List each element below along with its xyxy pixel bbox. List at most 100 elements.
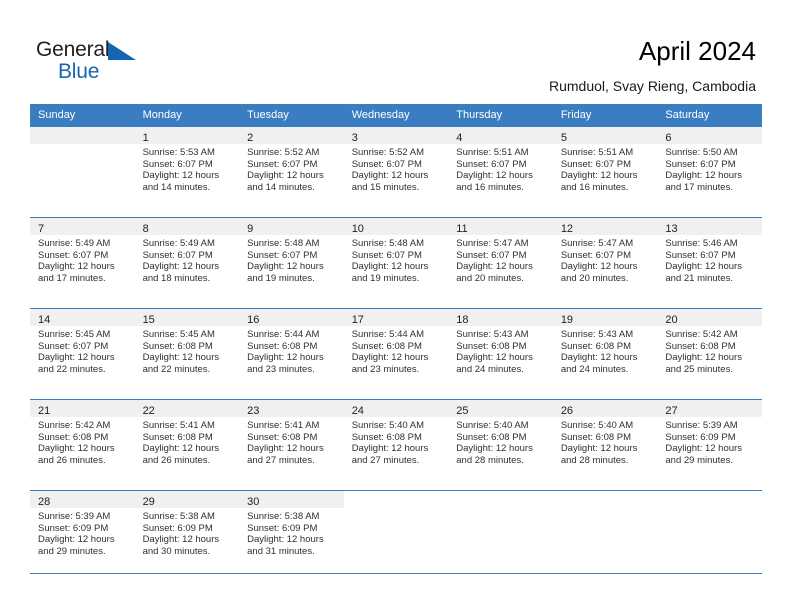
daylight-text-line2: and 18 minutes. — [142, 272, 211, 284]
weekday-header-tuesday: Tuesday — [239, 104, 344, 127]
sunset-text: Sunset: 6:07 PM — [456, 158, 527, 170]
triangle-icon — [108, 42, 136, 60]
sunset-text: Sunset: 6:07 PM — [665, 249, 736, 261]
day-cell[interactable]: 7 Sunrise: 5:49 AM Sunset: 6:07 PM Dayli… — [30, 217, 135, 309]
day-details: Sunrise: 5:45 AM Sunset: 6:07 PM Dayligh… — [30, 326, 135, 375]
day-cell[interactable] — [552, 490, 658, 581]
daylight-text-line1: Daylight: 12 hours — [351, 170, 429, 182]
day-number: 20 — [665, 314, 678, 326]
sunrise-text: Sunrise: 5:45 AM — [38, 329, 111, 340]
day-number: 16 — [247, 314, 260, 326]
daylight-text-line1: Daylight: 12 hours — [38, 443, 115, 455]
sunrise-text: Sunrise: 5:39 AM — [665, 420, 738, 431]
day-number-band: 4 — [448, 127, 553, 144]
page-subtitle-location: Rumduol, Svay Rieng, Cambodia — [549, 78, 756, 94]
day-cell[interactable]: 8 Sunrise: 5:49 AM Sunset: 6:07 PM Dayli… — [134, 217, 240, 309]
day-number: 13 — [665, 223, 678, 235]
day-cell[interactable]: 9 Sunrise: 5:48 AM Sunset: 6:07 PM Dayli… — [239, 217, 344, 309]
general-blue-logo[interactable]: General Blue — [36, 38, 156, 86]
daylight-text-line1: Daylight: 12 hours — [665, 352, 742, 364]
day-number-band: 17 — [343, 309, 449, 326]
daylight-text-line1: Daylight: 12 hours — [560, 352, 638, 364]
day-cell[interactable] — [657, 490, 762, 581]
day-cell[interactable]: 24 Sunrise: 5:40 AM Sunset: 6:08 PM Dayl… — [343, 399, 449, 491]
daylight-text-line2: and 21 minutes. — [665, 272, 733, 284]
day-cell[interactable]: 13 Sunrise: 5:46 AM Sunset: 6:07 PM Dayl… — [657, 217, 762, 309]
day-details: Sunrise: 5:39 AM Sunset: 6:09 PM Dayligh… — [657, 417, 762, 466]
day-number-band: 2 — [239, 127, 344, 144]
day-number: 27 — [665, 405, 678, 417]
day-details: Sunrise: 5:47 AM Sunset: 6:07 PM Dayligh… — [448, 235, 553, 284]
day-details: Sunrise: 5:41 AM Sunset: 6:08 PM Dayligh… — [239, 417, 344, 466]
day-cell[interactable]: 12 Sunrise: 5:47 AM Sunset: 6:07 PM Dayl… — [552, 217, 658, 309]
day-cell[interactable]: 14 Sunrise: 5:45 AM Sunset: 6:07 PM Dayl… — [30, 308, 135, 400]
day-cell[interactable]: 5 Sunrise: 5:51 AM Sunset: 6:07 PM Dayli… — [552, 126, 658, 218]
day-cell[interactable] — [343, 490, 449, 581]
sunset-text: Sunset: 6:07 PM — [560, 158, 632, 170]
sunset-text: Sunset: 6:08 PM — [351, 340, 422, 352]
sunrise-text: Sunrise: 5:49 AM — [142, 238, 215, 249]
day-cell[interactable] — [448, 490, 553, 581]
day-cell[interactable] — [30, 126, 135, 218]
day-number: 14 — [38, 314, 51, 326]
daylight-text-line1: Daylight: 12 hours — [456, 352, 533, 364]
day-cell[interactable]: 3 Sunrise: 5:52 AM Sunset: 6:07 PM Dayli… — [343, 126, 449, 218]
day-cell[interactable]: 23 Sunrise: 5:41 AM Sunset: 6:08 PM Dayl… — [239, 399, 344, 491]
sunrise-text: Sunrise: 5:38 AM — [247, 511, 320, 522]
sunrise-text: Sunrise: 5:51 AM — [560, 147, 634, 158]
day-number-band: 20 — [657, 309, 762, 326]
day-details: Sunrise: 5:48 AM Sunset: 6:07 PM Dayligh… — [239, 235, 344, 284]
daylight-text-line1: Daylight: 12 hours — [247, 261, 324, 273]
day-cell[interactable]: 25 Sunrise: 5:40 AM Sunset: 6:08 PM Dayl… — [448, 399, 553, 491]
day-cell[interactable]: 28 Sunrise: 5:39 AM Sunset: 6:09 PM Dayl… — [30, 490, 135, 581]
day-details: Sunrise: 5:52 AM Sunset: 6:07 PM Dayligh… — [239, 144, 344, 193]
day-cell[interactable]: 15 Sunrise: 5:45 AM Sunset: 6:08 PM Dayl… — [134, 308, 240, 400]
sunrise-text: Sunrise: 5:43 AM — [560, 329, 634, 340]
day-cell[interactable]: 30 Sunrise: 5:38 AM Sunset: 6:09 PM Dayl… — [239, 490, 344, 581]
day-cell[interactable]: 4 Sunrise: 5:51 AM Sunset: 6:07 PM Dayli… — [448, 126, 553, 218]
day-cell[interactable]: 16 Sunrise: 5:44 AM Sunset: 6:08 PM Dayl… — [239, 308, 344, 400]
daylight-text-line2: and 14 minutes. — [247, 181, 315, 193]
sunrise-text: Sunrise: 5:46 AM — [665, 238, 738, 249]
daylight-text-line2: and 25 minutes. — [665, 363, 733, 375]
daylight-text-line2: and 23 minutes. — [247, 363, 315, 375]
day-number-band: 18 — [448, 309, 553, 326]
day-details: Sunrise: 5:50 AM Sunset: 6:07 PM Dayligh… — [657, 144, 762, 193]
calendar-week-row: 14 Sunrise: 5:45 AM Sunset: 6:07 PM Dayl… — [30, 308, 762, 400]
day-cell[interactable]: 21 Sunrise: 5:42 AM Sunset: 6:08 PM Dayl… — [30, 399, 135, 491]
daylight-text-line1: Daylight: 12 hours — [456, 261, 533, 273]
day-cell[interactable]: 10 Sunrise: 5:48 AM Sunset: 6:07 PM Dayl… — [343, 217, 449, 309]
day-cell[interactable]: 18 Sunrise: 5:43 AM Sunset: 6:08 PM Dayl… — [448, 308, 553, 400]
day-number: 29 — [142, 496, 155, 508]
day-number-band: 28 — [30, 491, 135, 508]
day-cell[interactable]: 1 Sunrise: 5:53 AM Sunset: 6:07 PM Dayli… — [134, 126, 240, 218]
day-cell[interactable]: 29 Sunrise: 5:38 AM Sunset: 6:09 PM Dayl… — [134, 490, 240, 581]
day-number-band: 24 — [343, 400, 449, 417]
day-number-band: 30 — [239, 491, 344, 508]
day-cell[interactable]: 27 Sunrise: 5:39 AM Sunset: 6:09 PM Dayl… — [657, 399, 762, 491]
day-details — [657, 508, 762, 511]
day-cell[interactable]: 20 Sunrise: 5:42 AM Sunset: 6:08 PM Dayl… — [657, 308, 762, 400]
day-number-band: 14 — [30, 309, 135, 326]
sunrise-text: Sunrise: 5:50 AM — [665, 147, 738, 158]
day-number-band: 13 — [657, 218, 762, 235]
day-number: 17 — [351, 314, 364, 326]
day-number: 12 — [560, 223, 574, 235]
day-cell[interactable]: 22 Sunrise: 5:41 AM Sunset: 6:08 PM Dayl… — [134, 399, 240, 491]
daylight-text-line1: Daylight: 12 hours — [142, 170, 220, 182]
daylight-text-line2: and 29 minutes. — [665, 454, 733, 466]
day-cell[interactable]: 17 Sunrise: 5:44 AM Sunset: 6:08 PM Dayl… — [343, 308, 449, 400]
day-cell[interactable]: 26 Sunrise: 5:40 AM Sunset: 6:08 PM Dayl… — [552, 399, 658, 491]
daylight-text-line2: and 20 minutes. — [456, 272, 524, 284]
day-cell[interactable]: 2 Sunrise: 5:52 AM Sunset: 6:07 PM Dayli… — [239, 126, 344, 218]
daylight-text-line1: Daylight: 12 hours — [247, 443, 324, 455]
day-number: 9 — [247, 223, 254, 235]
sunset-text: Sunset: 6:09 PM — [247, 522, 318, 534]
sunset-text: Sunset: 6:08 PM — [456, 340, 527, 352]
day-cell[interactable]: 6 Sunrise: 5:50 AM Sunset: 6:07 PM Dayli… — [657, 126, 762, 218]
day-number-band: 16 — [239, 309, 344, 326]
day-cell[interactable]: 19 Sunrise: 5:43 AM Sunset: 6:08 PM Dayl… — [552, 308, 658, 400]
day-cell[interactable]: 11 Sunrise: 5:47 AM Sunset: 6:07 PM Dayl… — [448, 217, 553, 309]
calendar-grid: Sunday Monday Tuesday Wednesday Thursday… — [30, 104, 762, 581]
daylight-text-line1: Daylight: 12 hours — [142, 534, 220, 546]
